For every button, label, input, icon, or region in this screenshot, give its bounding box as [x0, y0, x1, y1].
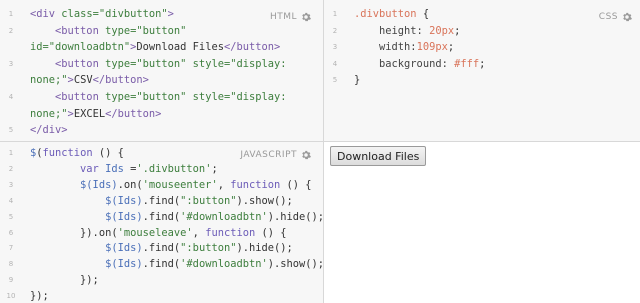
code-text: }: [354, 74, 361, 87]
code-line[interactable]: none;">EXCEL</button>: [0, 106, 323, 123]
javascript-label-text: JAVASCRIPT: [240, 150, 297, 160]
code-line[interactable]: 6 }).on('mouseleave', function () {: [0, 226, 323, 242]
css-pane-label[interactable]: CSS: [599, 12, 632, 22]
css-code[interactable]: 1 .divbutton {2 height: 20px; 3 width:109p…: [324, 6, 640, 89]
line-number: 5: [8, 126, 14, 135]
code-text: }).on('mouseleave', function () {: [30, 226, 287, 239]
gear-icon[interactable]: [301, 150, 311, 160]
line-number: 3: [8, 180, 14, 189]
code-line[interactable]: 1 .divbutton {: [324, 6, 640, 23]
line-number: 5: [332, 76, 338, 85]
line-number: 2: [8, 26, 14, 35]
css-label-text: CSS: [598, 12, 618, 22]
line-number: [0, 72, 22, 89]
code-text: <button type="button" style="display:: [55, 90, 287, 103]
javascript-editor-pane[interactable]: 1 $(function () { 2 var Ids ='.divbutton';…: [0, 142, 323, 303]
line-number: 6: [8, 228, 14, 237]
download-files-button[interactable]: Download Files: [330, 146, 427, 166]
line-number: 8: [8, 260, 14, 269]
code-line[interactable]: 2 <button type="button": [0, 23, 323, 40]
code-line[interactable]: 5 </div>: [0, 122, 323, 139]
code-line[interactable]: id="downloadbtn">Download Files</button>: [0, 39, 323, 56]
code-line[interactable]: 2 var Ids ='.divbutton';: [0, 162, 323, 178]
line-number: 4: [8, 92, 14, 101]
code-line[interactable]: 4 background: #fff;: [324, 56, 640, 73]
html-editor-pane[interactable]: 1 <div class="divbutton"> 2 <button type="…: [0, 0, 323, 141]
code-text: .divbutton {: [354, 8, 430, 20]
code-line[interactable]: 3 $(Ids).on('mouseenter', function () {: [0, 178, 323, 194]
code-text: </div>: [30, 124, 68, 137]
code-text: none;">CSV</button>: [30, 74, 149, 87]
code-text: none;">EXCEL</button>: [30, 107, 162, 120]
code-line[interactable]: 5 $(Ids).find('#downloadbtn').hide();: [0, 210, 323, 226]
line-number: 10: [6, 292, 16, 301]
code-line[interactable]: 2 height: 20px;: [324, 23, 640, 40]
line-number: 5: [8, 212, 14, 221]
code-line[interactable]: 3 <button type="button" style="display:: [0, 56, 323, 73]
vertical-divider[interactable]: [323, 0, 324, 303]
line-number: 1: [8, 10, 14, 18]
code-text: <div class="divbutton">: [30, 8, 174, 20]
code-line[interactable]: 9 });: [0, 273, 323, 289]
code-text: $(Ids).find(":button").hide();: [105, 242, 293, 255]
html-code[interactable]: 1 <div class="divbutton"> 2 <button type="…: [0, 6, 323, 139]
html-label-text: HTML: [269, 12, 297, 22]
code-line[interactable]: 4 <button type="button" style="display:: [0, 89, 323, 106]
code-line[interactable]: 7 $(Ids).find(":button").hide();: [0, 241, 323, 257]
css-editor-pane[interactable]: 1 .divbutton {2 height: 20px; 3 width:109p…: [324, 0, 640, 141]
line-number: 4: [332, 59, 338, 68]
code-text: id="downloadbtn">Download Files</button>: [30, 41, 281, 54]
horizontal-divider[interactable]: [0, 141, 640, 142]
line-number: 2: [332, 26, 338, 35]
code-text: var Ids ='.divbutton';: [80, 162, 218, 175]
code-text: $(Ids).find(":button").show();: [105, 194, 293, 207]
line-number: 4: [8, 196, 14, 205]
line-number: [0, 39, 22, 56]
line-number: 3: [332, 43, 338, 52]
code-text: $(Ids).find('#downloadbtn').hide();: [105, 210, 323, 223]
code-text: $(Ids).on('mouseenter', function () {: [80, 178, 312, 191]
code-line[interactable]: 8 $(Ids).find('#downloadbtn').show();: [0, 257, 323, 273]
result-pane: Download Files: [324, 142, 640, 303]
line-number: 2: [8, 164, 14, 173]
gear-icon[interactable]: [622, 12, 632, 22]
javascript-pane-label[interactable]: JAVASCRIPT: [240, 150, 311, 160]
line-number: 1: [8, 149, 14, 157]
line-number: 7: [8, 244, 14, 253]
code-line[interactable]: 5}: [324, 72, 640, 89]
code-text: <button type="button" style="display:: [55, 57, 287, 70]
html-pane-label[interactable]: HTML: [270, 12, 311, 22]
code-text: });: [30, 274, 99, 287]
line-number: 9: [8, 276, 14, 285]
code-line[interactable]: none;">CSV</button>: [0, 72, 323, 89]
code-text: $(function () {: [30, 147, 124, 159]
code-line[interactable]: 10});: [0, 289, 323, 303]
code-text: $(Ids).find('#downloadbtn').show();: [105, 258, 323, 271]
code-text: background: #fff;: [354, 57, 486, 70]
code-text: <button type="button": [55, 24, 187, 37]
line-number: 1: [332, 10, 338, 18]
line-number: 3: [8, 59, 14, 68]
line-number: [0, 106, 22, 123]
code-line[interactable]: 4 $(Ids).find(":button").show();: [0, 194, 323, 210]
code-text: });: [30, 290, 49, 303]
gear-icon[interactable]: [301, 12, 311, 22]
javascript-code[interactable]: 1 $(function () { 2 var Ids ='.divbutton';…: [0, 146, 323, 303]
code-text: height: 20px;: [354, 24, 461, 37]
code-line[interactable]: 3 width:109px;: [324, 39, 640, 56]
code-text: width:109px;: [354, 41, 455, 54]
